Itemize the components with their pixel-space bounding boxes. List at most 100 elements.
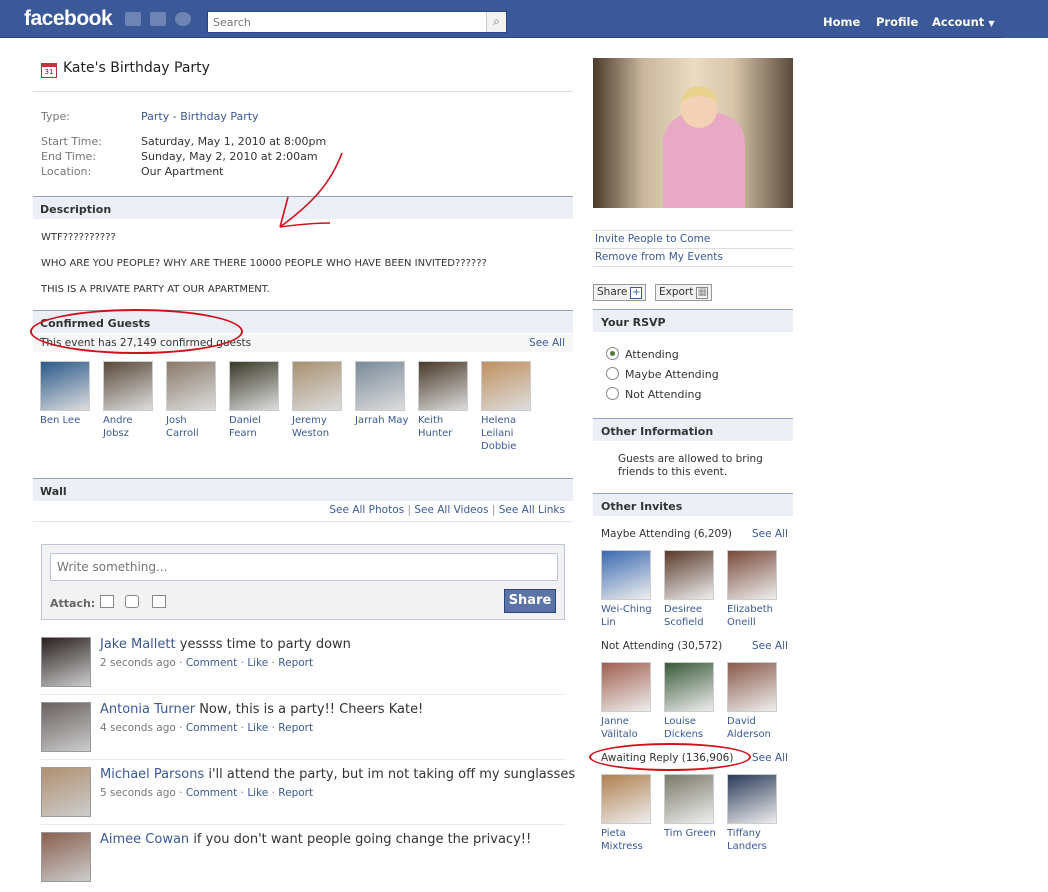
invitee-photo[interactable] — [601, 774, 651, 824]
comment-link[interactable]: Comment — [186, 657, 237, 669]
confirmed-guest[interactable]: Helena Leilani Dobbie — [481, 361, 537, 453]
guest-photo[interactable] — [166, 361, 216, 411]
event-photo[interactable] — [593, 58, 793, 208]
rsvp-attending[interactable]: Attending — [606, 347, 679, 361]
like-link[interactable]: Like — [247, 657, 268, 669]
type-value-link[interactable]: Party - Birthday Party — [141, 110, 259, 123]
comment-link[interactable]: Comment — [186, 722, 237, 734]
report-link[interactable]: Report — [278, 657, 313, 669]
nav-account[interactable]: Account ▼ — [932, 15, 994, 29]
guest-photo[interactable] — [481, 361, 531, 411]
friend-requests-icon[interactable] — [125, 12, 141, 26]
calendar-icon: 31 — [41, 63, 57, 78]
invitee[interactable]: Louise Dickens — [664, 662, 720, 741]
guest-photo[interactable] — [292, 361, 342, 411]
invitee[interactable]: Desiree Scofield — [664, 550, 720, 629]
awaiting-see-all-link[interactable]: See All — [752, 752, 788, 764]
confirmed-see-all-link[interactable]: See All — [529, 337, 565, 349]
guest-name-link[interactable]: Helena Leilani Dobbie — [481, 414, 537, 453]
search-input[interactable] — [208, 12, 483, 32]
invitee-photo[interactable] — [727, 774, 777, 824]
facebook-logo[interactable]: facebook — [24, 7, 113, 31]
invitee-photo[interactable] — [664, 774, 714, 824]
description-line: THIS IS A PRIVATE PARTY AT OUR APARTMENT… — [41, 284, 270, 295]
video-attach-icon[interactable] — [125, 595, 139, 608]
link-attach-icon[interactable] — [152, 595, 166, 608]
confirmed-guest[interactable]: Jeremy Weston — [292, 361, 348, 440]
invitee-name-link[interactable]: Desiree Scofield — [664, 603, 720, 629]
like-link[interactable]: Like — [247, 787, 268, 799]
search-icon[interactable]: ⌕ — [486, 12, 506, 32]
invitee-name-link[interactable]: Janne Välitalo — [601, 715, 657, 741]
invitee[interactable]: David Alderson — [727, 662, 783, 741]
see-all-photos-link[interactable]: See All Photos — [329, 504, 404, 516]
post-author-photo[interactable] — [41, 832, 91, 882]
guest-photo[interactable] — [40, 361, 90, 411]
guest-name-link[interactable]: Daniel Fearn — [229, 414, 285, 440]
invite-people-link[interactable]: Invite People to Come — [595, 233, 710, 245]
invitee[interactable]: Wei-Ching Lin — [601, 550, 657, 629]
share-event-button[interactable]: Share + — [593, 284, 647, 301]
confirmed-guest[interactable]: Josh Carroll — [166, 361, 222, 440]
invitee-photo[interactable] — [601, 550, 651, 600]
guest-name-link[interactable]: Josh Carroll — [166, 414, 222, 440]
see-all-videos-link[interactable]: See All Videos — [414, 504, 488, 516]
invitee-name-link[interactable]: Wei-Ching Lin — [601, 603, 657, 629]
invitee-photo[interactable] — [727, 550, 777, 600]
invitee[interactable]: Janne Välitalo — [601, 662, 657, 741]
invitee-name-link[interactable]: Louise Dickens — [664, 715, 720, 741]
guest-photo[interactable] — [229, 361, 279, 411]
invitee-name-link[interactable]: Tiffany Landers — [727, 827, 783, 853]
comment-link[interactable]: Comment — [186, 787, 237, 799]
post-author-link[interactable]: Aimee Cowan — [100, 832, 189, 847]
like-link[interactable]: Like — [247, 722, 268, 734]
report-link[interactable]: Report — [278, 722, 313, 734]
guest-name-link[interactable]: Andre Jobsz — [103, 414, 159, 440]
remove-from-events-link[interactable]: Remove from My Events — [595, 251, 723, 263]
photo-attach-icon[interactable] — [100, 595, 114, 608]
post-author-photo[interactable] — [41, 767, 91, 817]
invitee-photo[interactable] — [601, 662, 651, 712]
invitee[interactable]: Pieta Mixtress — [601, 774, 657, 853]
confirmed-guest[interactable]: Keith Hunter — [418, 361, 474, 440]
rsvp-not-attending[interactable]: Not Attending — [606, 387, 701, 401]
guest-photo[interactable] — [355, 361, 405, 411]
confirmed-guest[interactable]: Andre Jobsz — [103, 361, 159, 440]
not-see-all-link[interactable]: See All — [752, 640, 788, 652]
see-all-links-link[interactable]: See All Links — [499, 504, 565, 516]
invitee[interactable]: Tiffany Landers — [727, 774, 783, 853]
guest-photo[interactable] — [418, 361, 468, 411]
guest-name-link[interactable]: Keith Hunter — [418, 414, 474, 440]
notifications-icon[interactable] — [175, 12, 191, 26]
messages-icon[interactable] — [150, 12, 166, 26]
post-author-link[interactable]: Michael Parsons — [100, 767, 204, 782]
invitee-name-link[interactable]: Elizabeth Oneill — [727, 603, 783, 629]
post-author-link[interactable]: Jake Mallett — [100, 637, 176, 652]
guest-name-link[interactable]: Jeremy Weston — [292, 414, 348, 440]
nav-home[interactable]: Home — [823, 15, 860, 29]
confirmed-guest[interactable]: Daniel Fearn — [229, 361, 285, 440]
share-post-button[interactable]: Share — [504, 589, 556, 613]
invitee-photo[interactable] — [727, 662, 777, 712]
post-author-photo[interactable] — [41, 637, 91, 687]
rsvp-maybe[interactable]: Maybe Attending — [606, 367, 719, 381]
invitee-photo[interactable] — [664, 550, 714, 600]
guest-photo[interactable] — [103, 361, 153, 411]
post-author-photo[interactable] — [41, 702, 91, 752]
maybe-see-all-link[interactable]: See All — [752, 528, 788, 540]
invitee-name-link[interactable]: Pieta Mixtress — [601, 827, 657, 853]
post-author-link[interactable]: Antonia Turner — [100, 702, 195, 717]
guest-name-link[interactable]: Ben Lee — [40, 414, 96, 427]
nav-profile[interactable]: Profile — [876, 15, 918, 29]
invitee-name-link[interactable]: David Alderson — [727, 715, 783, 741]
invitee[interactable]: Tim Green — [664, 774, 720, 840]
wall-post-input[interactable] — [50, 553, 558, 581]
confirmed-guest[interactable]: Ben Lee — [40, 361, 96, 427]
invitee-photo[interactable] — [664, 662, 714, 712]
invitee[interactable]: Elizabeth Oneill — [727, 550, 783, 629]
invitee-name-link[interactable]: Tim Green — [664, 827, 720, 840]
confirmed-guest[interactable]: Jarrah May — [355, 361, 411, 427]
guest-name-link[interactable]: Jarrah May — [355, 414, 411, 427]
report-link[interactable]: Report — [278, 787, 313, 799]
export-event-button[interactable]: Export ▦ — [655, 284, 713, 301]
